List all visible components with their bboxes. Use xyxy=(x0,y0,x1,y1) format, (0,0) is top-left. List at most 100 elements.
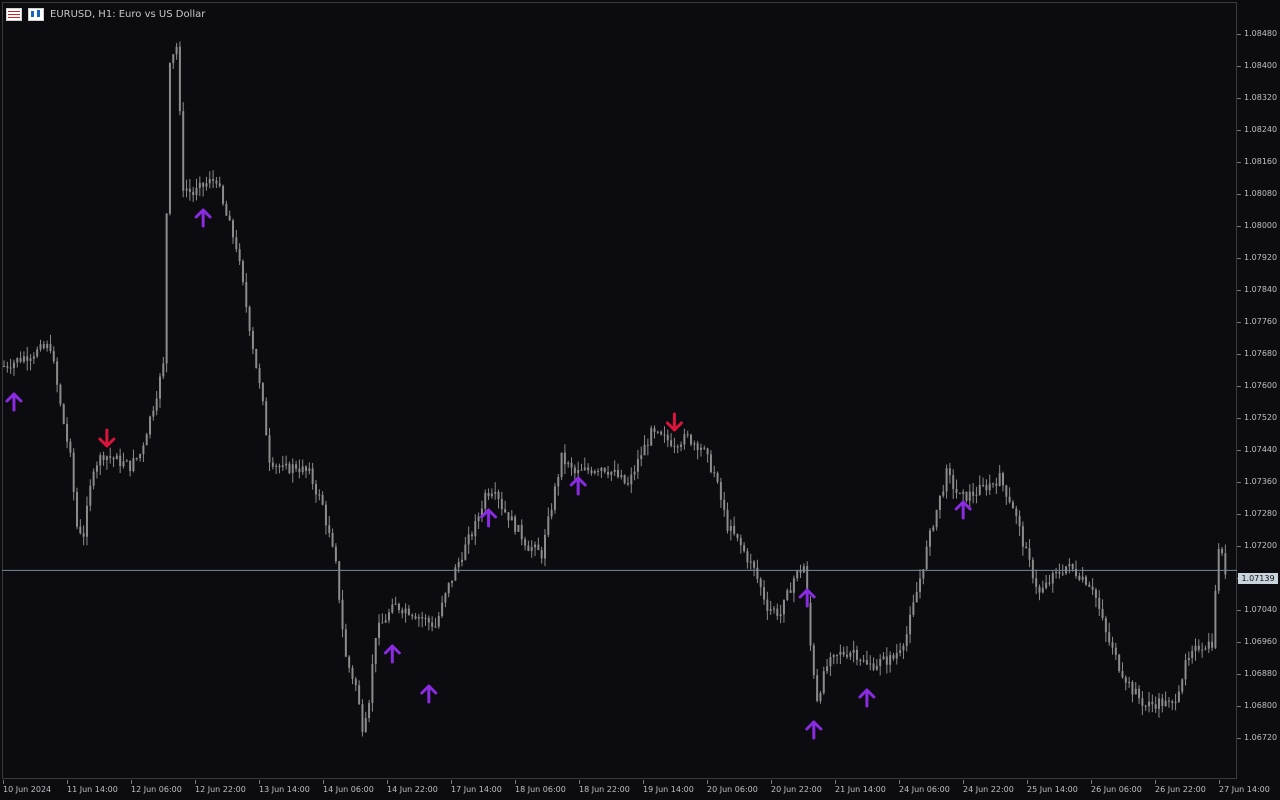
candle-body xyxy=(92,471,95,486)
candle xyxy=(397,602,400,614)
candle xyxy=(62,403,65,425)
candle xyxy=(447,582,450,598)
candle xyxy=(1124,675,1127,691)
candle xyxy=(882,652,885,660)
price-tick-mark xyxy=(1237,386,1241,387)
candle-body xyxy=(852,649,855,653)
candle xyxy=(1131,680,1134,703)
candle-body xyxy=(633,471,636,475)
candle xyxy=(434,617,437,629)
candle xyxy=(82,525,85,546)
time-tick-label: 25 Jun 14:00 xyxy=(1027,785,1078,794)
candle xyxy=(846,646,849,660)
buy-arrow-icon xyxy=(858,688,876,708)
time-tick-mark xyxy=(835,780,836,784)
candle-body xyxy=(550,509,553,517)
candle-body xyxy=(729,525,732,531)
candle xyxy=(1167,697,1170,708)
candle xyxy=(261,382,264,406)
candle xyxy=(776,603,779,621)
candle xyxy=(660,430,663,436)
candle-body xyxy=(241,261,244,283)
candle xyxy=(115,453,118,460)
candle-body xyxy=(36,349,39,357)
candle xyxy=(328,516,331,538)
candle-body xyxy=(470,534,473,537)
candle xyxy=(1177,685,1180,703)
candle-body xyxy=(348,656,351,668)
candle xyxy=(324,500,327,535)
candle xyxy=(1134,682,1137,695)
candle-body xyxy=(985,485,988,491)
candle-body xyxy=(3,366,5,367)
candle xyxy=(680,441,683,452)
candle xyxy=(623,474,626,485)
candle-body xyxy=(421,617,424,619)
candle xyxy=(354,676,357,692)
candle xyxy=(553,483,556,514)
time-axis[interactable]: 10 Jun 2024 11 Jun 14:00 12 Jun 06:00 12 Ju… xyxy=(0,780,1270,800)
candle xyxy=(139,453,142,462)
candle-body xyxy=(427,617,430,623)
candle xyxy=(265,397,268,436)
time-tick-mark xyxy=(963,780,964,784)
candle xyxy=(202,182,205,197)
price-axis[interactable]: 1.08480 1.08400 1.08320 1.08240 1.08160 1.080… xyxy=(1237,0,1280,780)
candle-body xyxy=(142,445,145,455)
candle xyxy=(620,469,623,480)
time-tick-mark xyxy=(899,780,900,784)
candle-body xyxy=(109,456,112,458)
candle-body xyxy=(1221,548,1224,554)
candle xyxy=(749,553,752,570)
candle xyxy=(1204,645,1207,651)
grid-icon[interactable] xyxy=(6,7,22,21)
candle-body xyxy=(119,455,122,467)
candle xyxy=(238,243,241,266)
candle-body xyxy=(165,213,168,364)
candle xyxy=(520,519,523,546)
candle-body xyxy=(1038,586,1041,593)
candle xyxy=(222,184,225,206)
candle xyxy=(358,680,361,705)
candle xyxy=(361,699,364,737)
candle-body xyxy=(802,566,805,573)
candle xyxy=(281,455,284,471)
candle-body xyxy=(19,358,22,362)
candle xyxy=(112,456,115,468)
candle-body xyxy=(1078,575,1081,580)
candle xyxy=(530,540,533,558)
candle-body xyxy=(232,220,235,238)
candle-body xyxy=(952,475,955,489)
candle-body xyxy=(723,499,726,510)
candle-body xyxy=(653,428,656,432)
candle xyxy=(736,533,739,542)
candle-body xyxy=(487,492,490,497)
candle-body xyxy=(95,465,98,472)
candle xyxy=(932,524,935,532)
candle xyxy=(401,607,404,619)
candle-body xyxy=(517,525,520,532)
candle xyxy=(955,479,958,499)
time-tick-label: 12 Jun 06:00 xyxy=(131,785,182,794)
candle-body xyxy=(733,525,736,534)
candle-body xyxy=(1084,576,1087,585)
candle xyxy=(205,176,208,191)
candle xyxy=(52,346,55,364)
candle-body xyxy=(1118,654,1121,672)
candle-body xyxy=(125,460,128,462)
candle xyxy=(42,340,45,350)
candle-body xyxy=(779,614,782,616)
price-chart[interactable] xyxy=(0,0,1237,780)
bars-icon[interactable] xyxy=(28,7,44,21)
candle-body xyxy=(656,431,659,433)
time-tick-mark xyxy=(1091,780,1092,784)
candle-body xyxy=(115,455,118,460)
candle xyxy=(132,449,135,473)
candle-body xyxy=(514,516,517,532)
candle-body xyxy=(557,477,560,487)
price-tick-mark xyxy=(1237,258,1241,259)
candle-body xyxy=(862,660,865,662)
candle xyxy=(404,603,407,623)
candle xyxy=(338,560,341,604)
candle xyxy=(165,212,168,373)
